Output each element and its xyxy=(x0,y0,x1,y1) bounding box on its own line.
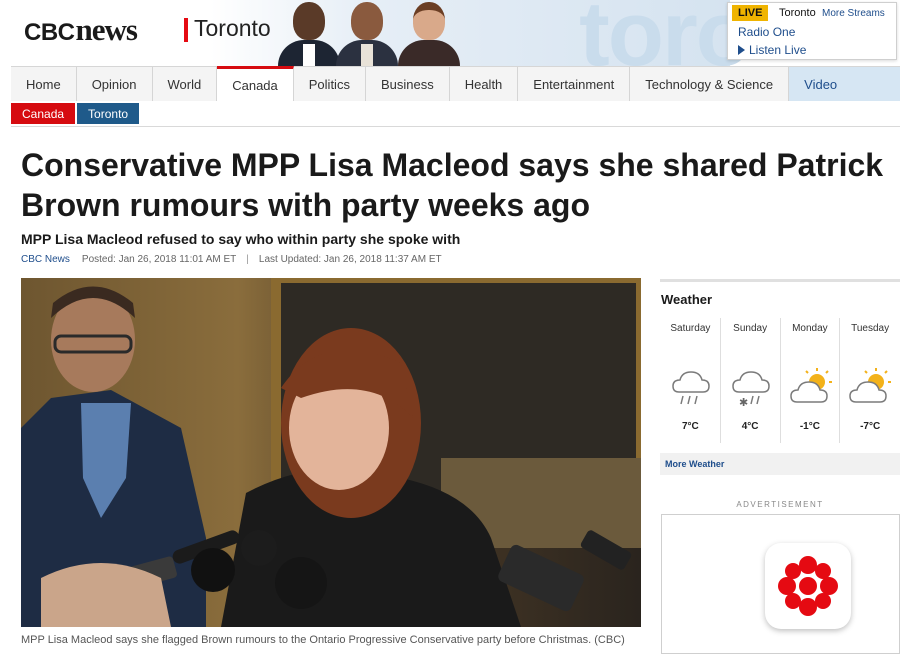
news-anchors-photo xyxy=(250,0,470,66)
listen-live-label: Listen Live xyxy=(749,43,807,57)
listen-live-button[interactable]: Listen Live xyxy=(738,43,806,57)
weather-forecast[interactable]: Saturday 7°C Sunday ✱ 4°C Monday -1°C Tu… xyxy=(661,318,900,443)
updated-date: Last Updated: Jan 26, 2018 11:37 AM ET xyxy=(258,254,442,265)
cbc-gem-icon xyxy=(778,556,838,616)
subnav-divider xyxy=(11,126,900,127)
more-streams-link[interactable]: More Streams xyxy=(822,8,885,19)
article-photo-illustration xyxy=(21,278,641,627)
cbc-news-logo[interactable]: CBC news xyxy=(24,12,138,48)
live-radio-panel: LIVE Toronto More Streams Radio One List… xyxy=(727,2,897,60)
weather-day-saturday[interactable]: Saturday 7°C xyxy=(661,318,721,443)
posted-date: Posted: Jan 26, 2018 11:01 AM ET xyxy=(81,254,237,265)
weather-title: Weather xyxy=(661,292,713,307)
nav-item-politics[interactable]: Politics xyxy=(293,67,366,101)
photo-caption: MPP Lisa Macleod says she flagged Brown … xyxy=(21,634,625,646)
weather-temp: -1°C xyxy=(799,421,820,432)
weather-day-tuesday[interactable]: Tuesday -7°C xyxy=(840,318,900,443)
nav-item-canada[interactable]: Canada xyxy=(217,66,294,101)
logo-news-text: news xyxy=(75,12,138,47)
partly-cloudy-icon xyxy=(849,368,892,403)
play-icon xyxy=(738,45,745,55)
weather-day-sunday[interactable]: Sunday ✱ 4°C xyxy=(721,318,781,443)
weather-day-name: Monday xyxy=(792,323,828,334)
snow-rain-icon: ✱ xyxy=(731,371,770,409)
rain-icon xyxy=(672,371,710,405)
breadcrumb: Canada Toronto xyxy=(11,103,140,124)
breadcrumb-canada[interactable]: Canada xyxy=(11,103,76,124)
article-photo[interactable] xyxy=(21,278,641,627)
weather-top-rule xyxy=(660,279,900,282)
radio-station-link[interactable]: Radio One xyxy=(738,25,795,39)
live-badge: LIVE xyxy=(732,5,769,21)
nav-item-business[interactable]: Business xyxy=(365,67,450,101)
weather-temp: -7°C xyxy=(860,421,881,432)
nav-item-technology-science[interactable]: Technology & Science xyxy=(630,67,790,101)
weather-day-name: Saturday xyxy=(670,323,711,334)
nav-item-home[interactable]: Home xyxy=(11,67,77,101)
live-city: Toronto xyxy=(779,7,816,19)
weather-temp: 7°C xyxy=(681,421,699,432)
logo-cbc-text: CBC xyxy=(24,19,75,46)
article-byline: CBC News Posted: Jan 26, 2018 11:01 AM E… xyxy=(21,254,442,265)
weather-temp: 4°C xyxy=(741,421,759,432)
advertisement-label: ADVERTISEMENT xyxy=(736,500,824,509)
byline-separator: | xyxy=(246,254,249,265)
breadcrumb-toronto[interactable]: Toronto xyxy=(77,103,140,124)
partly-cloudy-icon xyxy=(789,368,832,403)
nav-item-world[interactable]: World xyxy=(152,67,218,101)
cbc-gem-logo-tile xyxy=(765,543,851,629)
site-header: toro CBC news Toronto LIVE Toronto More … xyxy=(0,0,900,66)
nav-item-entertainment[interactable]: Entertainment xyxy=(518,67,631,101)
nav-item-video[interactable]: Video xyxy=(789,67,900,101)
weather-day-monday[interactable]: Monday -1°C xyxy=(781,318,841,443)
nav-item-opinion[interactable]: Opinion xyxy=(76,67,153,101)
svg-text:✱: ✱ xyxy=(739,396,748,409)
weather-day-name: Sunday xyxy=(733,323,768,334)
article-subhead: MPP Lisa Macleod refused to say who with… xyxy=(21,231,461,247)
main-nav: Home Opinion World Canada Politics Busin… xyxy=(11,66,900,101)
more-weather-link[interactable]: More Weather xyxy=(660,453,900,475)
city-accent-bar xyxy=(184,18,188,42)
article-source[interactable]: CBC News xyxy=(21,254,70,265)
anchor-photo-1 xyxy=(276,0,342,66)
weather-day-name: Tuesday xyxy=(851,323,890,334)
anchor-photo-3 xyxy=(396,0,462,66)
header-banner-watermark: toro xyxy=(579,0,752,66)
article-headline: Conservative MPP Lisa Macleod says she s… xyxy=(21,147,884,223)
advertisement-box[interactable] xyxy=(661,514,900,654)
anchor-photo-2 xyxy=(334,0,400,66)
nav-item-health[interactable]: Health xyxy=(449,67,519,101)
